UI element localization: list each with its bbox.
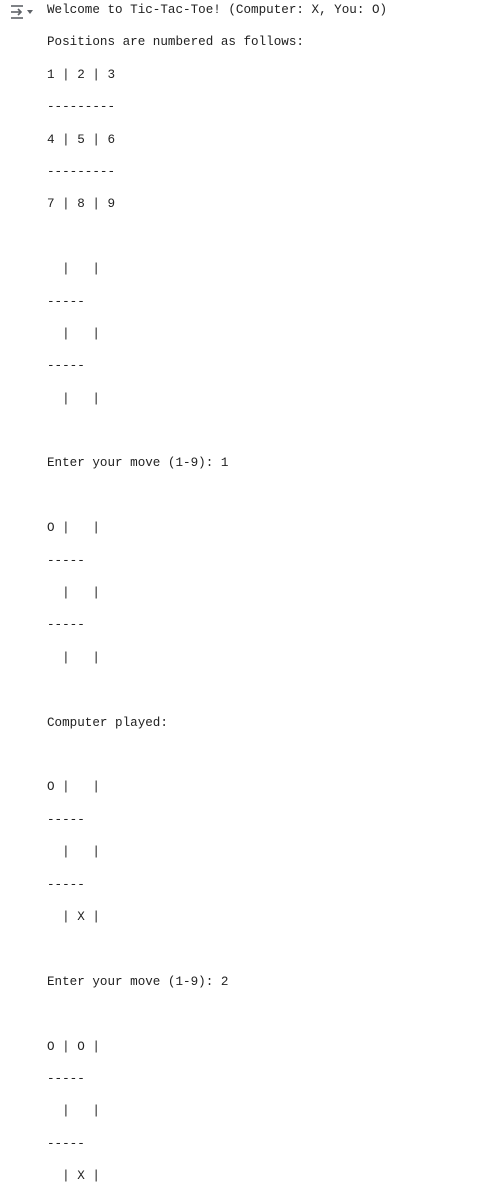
- output-line: | |: [47, 326, 100, 341]
- output-line: Enter your move (1-9): 2: [47, 974, 229, 989]
- output-line: | |: [47, 391, 100, 406]
- output-line: | |: [47, 845, 100, 860]
- output-line: 4 | 5 | 6: [47, 132, 116, 147]
- output-line: | X |: [47, 909, 100, 924]
- output-line: O | |: [47, 521, 100, 536]
- output-line: -----: [47, 1071, 85, 1086]
- output-line: -----: [47, 359, 85, 374]
- output-line: -----: [47, 618, 85, 633]
- output-line: | |: [47, 1104, 100, 1119]
- output-line: -----: [47, 812, 85, 827]
- output-line: ---------: [47, 164, 116, 179]
- output-line: Computer played:: [47, 715, 168, 730]
- output-collapse-icon: [11, 5, 33, 19]
- output-line: -----: [47, 1136, 85, 1151]
- output-line: | X |: [47, 1169, 100, 1184]
- output-line: O | |: [47, 780, 100, 795]
- output-line: -----: [47, 877, 85, 892]
- cell-output: Welcome to Tic-Tac-Toe! (Computer: X, Yo…: [47, 2, 497, 1200]
- output-line: | |: [47, 650, 100, 665]
- output-line: -----: [47, 553, 85, 568]
- output-line: | |: [47, 586, 100, 601]
- output-collapse-toggle[interactable]: [10, 3, 36, 21]
- output-line: Welcome to Tic-Tac-Toe! (Computer: X, Yo…: [47, 3, 388, 17]
- output-line: -----: [47, 294, 85, 309]
- output-line: ---------: [47, 100, 116, 115]
- output-line: O | O |: [47, 1039, 100, 1054]
- output-line: 1 | 2 | 3: [47, 67, 116, 82]
- output-line: | |: [47, 262, 100, 277]
- output-line: Positions are numbered as follows:: [47, 35, 304, 50]
- output-line: Enter your move (1-9): 1: [47, 456, 229, 471]
- output-line: 7 | 8 | 9: [47, 197, 116, 212]
